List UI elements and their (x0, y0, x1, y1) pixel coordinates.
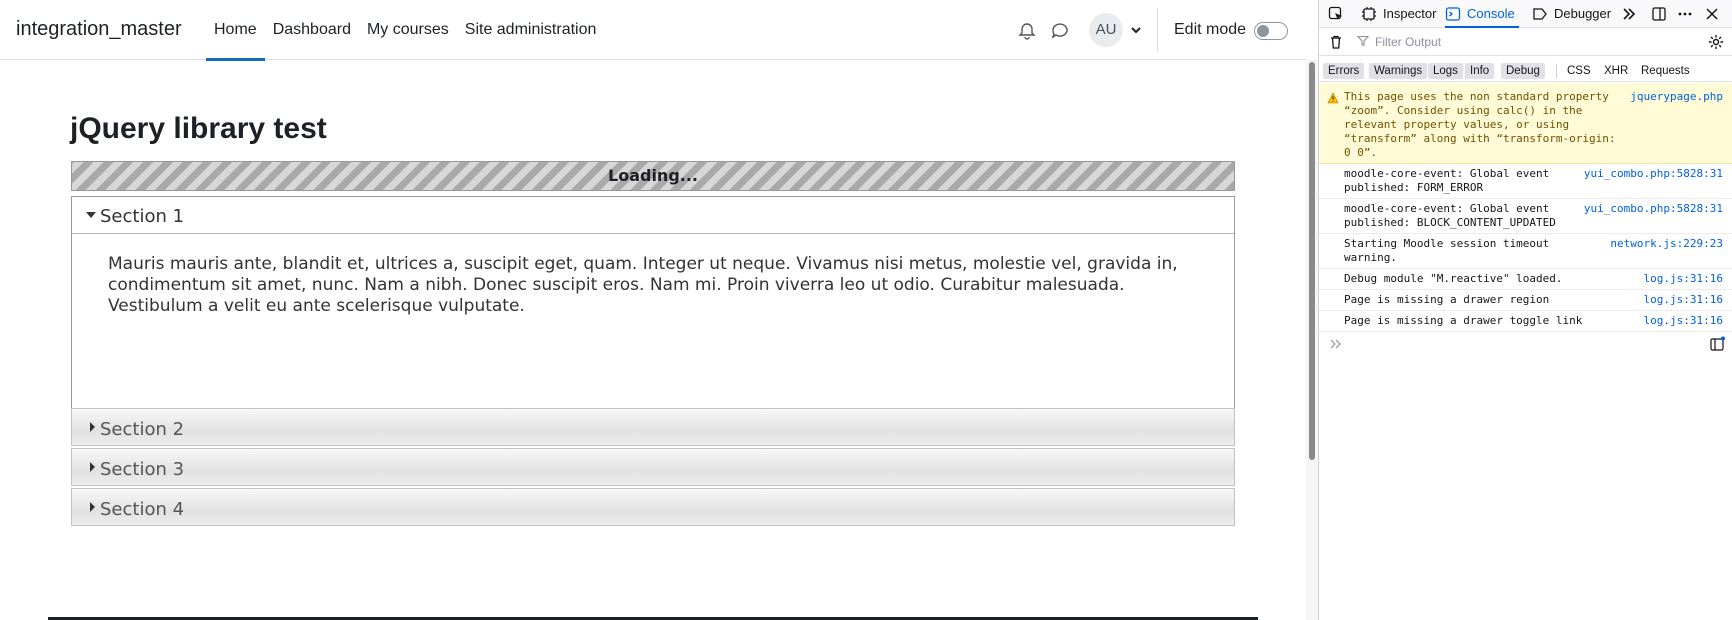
settings-icon[interactable] (1708, 34, 1724, 50)
split-console-icon[interactable] (1709, 336, 1725, 352)
accordion-section-3[interactable]: Section 3 (71, 448, 1235, 486)
inspector-icon[interactable] (1361, 6, 1377, 22)
console-message-source[interactable]: log.js:31:16 (1644, 272, 1723, 286)
tab-debugger[interactable]: Debugger (1554, 0, 1611, 28)
chevron-down-icon[interactable] (1129, 23, 1143, 37)
dock-icon[interactable] (1651, 6, 1667, 22)
filter-output-input[interactable]: Filter Output (1375, 35, 1441, 49)
console-message-source[interactable]: network.js:229:23 (1610, 237, 1723, 251)
close-icon[interactable] (1704, 6, 1720, 22)
primary-nav: Home Dashboard My courses Site administr… (206, 0, 605, 61)
console-message-text: Starting Moodle session timeout warning. (1344, 237, 1550, 264)
page-scrollbar-thumb[interactable] (1309, 62, 1315, 460)
page-title: jQuery library test (70, 112, 327, 145)
nav-item-my-courses[interactable]: My courses (359, 0, 457, 60)
filter-icon (1357, 35, 1369, 47)
log-level-filters: Errors Warnings Logs Info Debug CSS XHR … (1319, 57, 1732, 82)
filter-css[interactable]: CSS (1562, 63, 1596, 79)
prompt-icon[interactable] (1329, 337, 1343, 351)
console-message-source[interactable]: yui_combo.php:5828:31 (1584, 167, 1723, 181)
devtools-panel: Inspector Console Debugger Filter Output… (1318, 0, 1732, 620)
accordion-header-label: Section 2 (100, 419, 185, 440)
console-message[interactable]: Page is missing a drawer region log.js:3… (1319, 290, 1732, 311)
tab-console[interactable]: Console (1445, 0, 1519, 28)
console-message-text: Debug module "M.reactive" loaded. (1344, 272, 1563, 285)
edit-mode-toggle[interactable] (1254, 22, 1288, 40)
caret-down-icon (86, 212, 96, 218)
debugger-icon[interactable] (1532, 6, 1548, 22)
filter-xhr[interactable]: XHR (1599, 63, 1633, 79)
nav-item-dashboard[interactable]: Dashboard (265, 0, 359, 60)
accordion-section-4[interactable]: Section 4 (71, 488, 1235, 526)
devtools-toolbar: Inspector Console Debugger (1319, 0, 1732, 28)
moodle-page: integration_master Home Dashboard My cou… (0, 0, 1306, 620)
accordion-section-1: Section 1 Mauris mauris ante, blandit et… (71, 196, 1235, 409)
accordion-header-label: Section 1 (100, 206, 185, 227)
accordion-body-text: Mauris mauris ante, blandit et, ultrices… (108, 254, 1178, 316)
menu-icon[interactable] (1677, 6, 1693, 22)
filter-warnings[interactable]: Warnings (1369, 63, 1428, 79)
filter-requests[interactable]: Requests (1636, 63, 1695, 79)
console-message[interactable]: Page is missing a drawer toggle link log… (1319, 311, 1732, 332)
console-message-source[interactable]: log.js:31:16 (1644, 293, 1723, 307)
accordion-header-label: Section 3 (100, 459, 185, 480)
console-message-warning[interactable]: This page uses the non standard property… (1319, 83, 1732, 164)
console-message[interactable]: moodle-core-event: Global event publishe… (1319, 164, 1732, 199)
console-message-text: This page uses the non standard property… (1344, 90, 1616, 159)
console-message-source[interactable]: jquerypage.php (1630, 90, 1723, 104)
tab-inspector[interactable]: Inspector (1383, 0, 1436, 28)
console-message[interactable]: Debug module "M.reactive" loaded. log.js… (1319, 269, 1732, 290)
warning-icon (1327, 92, 1339, 104)
console-message-source[interactable]: log.js:31:16 (1644, 314, 1723, 328)
console-message-text: moodle-core-event: Global event publishe… (1344, 202, 1556, 229)
more-tabs-icon[interactable] (1621, 6, 1637, 22)
filter-debug[interactable]: Debug (1501, 63, 1545, 79)
caret-right-icon (90, 462, 95, 472)
user-avatar[interactable]: AU (1089, 13, 1123, 47)
accordion-header-label: Section 4 (100, 499, 185, 520)
console-icon[interactable] (1445, 6, 1461, 22)
console-message-text: moodle-core-event: Global event publishe… (1344, 167, 1550, 194)
bell-icon[interactable] (1017, 21, 1037, 41)
loading-bar: Loading... (71, 161, 1235, 191)
console-filter-bar: Filter Output (1319, 29, 1732, 56)
nav-item-site-administration[interactable]: Site administration (457, 0, 605, 60)
console-message[interactable]: moodle-core-event: Global event publishe… (1319, 199, 1732, 234)
top-navbar: integration_master Home Dashboard My cou… (0, 0, 1306, 61)
filter-info[interactable]: Info (1465, 63, 1495, 79)
nav-item-home[interactable]: Home (206, 0, 265, 61)
trash-icon[interactable] (1328, 34, 1344, 50)
filter-separator (1556, 64, 1557, 78)
caret-right-icon (90, 502, 95, 512)
caret-right-icon (90, 422, 95, 432)
accordion-header[interactable]: Section 1 (72, 197, 1234, 234)
console-message-text: Page is missing a drawer toggle link (1344, 314, 1583, 327)
site-brand[interactable]: integration_master (16, 18, 182, 41)
accordion-section-2[interactable]: Section 2 (71, 408, 1235, 446)
filter-errors[interactable]: Errors (1323, 63, 1365, 79)
edit-mode-label: Edit mode (1174, 21, 1247, 38)
console-message[interactable]: Starting Moodle session timeout warning.… (1319, 234, 1732, 269)
console-message-text: Page is missing a drawer region (1344, 293, 1550, 306)
console-message-source[interactable]: yui_combo.php:5828:31 (1584, 202, 1723, 216)
pick-element-icon[interactable] (1328, 6, 1344, 22)
chat-icon[interactable] (1050, 21, 1070, 41)
filter-logs[interactable]: Logs (1428, 63, 1463, 79)
nav-divider (1157, 8, 1158, 52)
